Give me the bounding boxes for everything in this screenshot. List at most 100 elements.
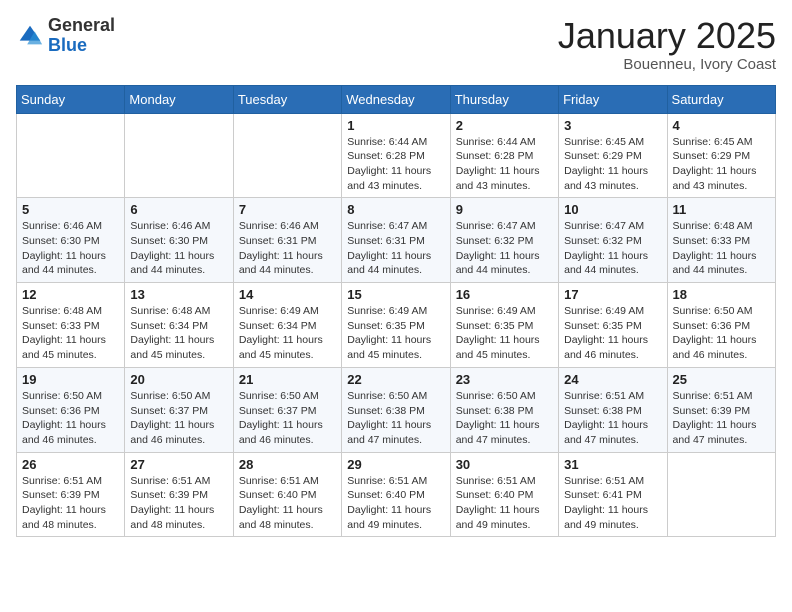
day-number: 9 — [456, 202, 553, 217]
day-number: 10 — [564, 202, 661, 217]
day-number: 19 — [22, 372, 119, 387]
day-cell — [17, 113, 125, 198]
day-info: Sunrise: 6:51 AMSunset: 6:41 PMDaylight:… — [564, 474, 661, 533]
day-cell: 20 Sunrise: 6:50 AMSunset: 6:37 PMDayligh… — [125, 367, 233, 452]
day-info: Sunrise: 6:51 AMSunset: 6:38 PMDaylight:… — [564, 389, 661, 448]
day-number: 26 — [22, 457, 119, 472]
day-cell: 1 Sunrise: 6:44 AMSunset: 6:28 PMDaylight… — [342, 113, 450, 198]
week-row-4: 19 Sunrise: 6:50 AMSunset: 6:36 PMDayligh… — [17, 367, 776, 452]
day-cell: 12 Sunrise: 6:48 AMSunset: 6:33 PMDayligh… — [17, 283, 125, 368]
day-info: Sunrise: 6:50 AMSunset: 6:36 PMDaylight:… — [22, 389, 119, 448]
day-info: Sunrise: 6:50 AMSunset: 6:36 PMDaylight:… — [673, 304, 770, 363]
month-title: January 2025 — [558, 16, 776, 56]
day-cell: 22Sunrise: 6:50 AMSunset: 6:38 PMDayligh… — [342, 367, 450, 452]
day-number: 13 — [130, 287, 227, 302]
day-number: 31 — [564, 457, 661, 472]
day-cell: 2Sunrise: 6:44 AMSunset: 6:28 PMDaylight… — [450, 113, 558, 198]
day-info: Sunrise: 6:51 AMSunset: 6:40 PMDaylight:… — [239, 474, 336, 533]
day-cell: 30 Sunrise: 6:51 AMSunset: 6:40 PMDayligh… — [450, 452, 558, 537]
day-number: 28 — [239, 457, 336, 472]
day-info: Sunrise: 6:51 AMSunset: 6:39 PMDaylight:… — [673, 389, 770, 448]
day-number: 23 — [456, 372, 553, 387]
weekday-header-row: SundayMondayTuesdayWednesdayThursdayFrid… — [17, 85, 776, 113]
day-cell: 13 Sunrise: 6:48 AMSunset: 6:34 PMDayligh… — [125, 283, 233, 368]
day-number: 20 — [130, 372, 227, 387]
day-number: 2 — [456, 118, 553, 133]
day-cell: 17Sunrise: 6:49 AMSunset: 6:35 PMDayligh… — [559, 283, 667, 368]
day-info: Sunrise: 6:51 AMSunset: 6:40 PMDaylight:… — [347, 474, 444, 533]
day-info: Sunrise: 6:45 AMSunset: 6:29 PMDaylight:… — [564, 135, 661, 194]
week-row-5: 26 Sunrise: 6:51 AMSunset: 6:39 PMDayligh… — [17, 452, 776, 537]
day-number: 16 — [456, 287, 553, 302]
day-info: Sunrise: 6:50 AMSunset: 6:37 PMDaylight:… — [239, 389, 336, 448]
day-info: Sunrise: 6:49 AMSunset: 6:35 PMDaylight:… — [347, 304, 444, 363]
day-number: 6 — [130, 202, 227, 217]
page-header: General Blue January 2025 Bouenneu, Ivor… — [16, 16, 776, 73]
week-row-2: 5 Sunrise: 6:46 AMSunset: 6:30 PMDaylight… — [17, 198, 776, 283]
day-cell: 3 Sunrise: 6:45 AMSunset: 6:29 PMDaylight… — [559, 113, 667, 198]
day-number: 8 — [347, 202, 444, 217]
day-info: Sunrise: 6:47 AMSunset: 6:32 PMDaylight:… — [564, 219, 661, 278]
day-cell: 28 Sunrise: 6:51 AMSunset: 6:40 PMDayligh… — [233, 452, 341, 537]
day-cell: 31 Sunrise: 6:51 AMSunset: 6:41 PMDayligh… — [559, 452, 667, 537]
weekday-header-sunday: Sunday — [17, 85, 125, 113]
day-cell: 16 Sunrise: 6:49 AMSunset: 6:35 PMDayligh… — [450, 283, 558, 368]
day-info: Sunrise: 6:46 AMSunset: 6:30 PMDaylight:… — [22, 219, 119, 278]
day-number: 21 — [239, 372, 336, 387]
title-block: January 2025 Bouenneu, Ivory Coast — [558, 16, 776, 73]
day-cell: 23 Sunrise: 6:50 AMSunset: 6:38 PMDayligh… — [450, 367, 558, 452]
day-info: Sunrise: 6:51 AMSunset: 6:39 PMDaylight:… — [22, 474, 119, 533]
day-number: 3 — [564, 118, 661, 133]
weekday-header-thursday: Thursday — [450, 85, 558, 113]
day-cell — [233, 113, 341, 198]
day-info: Sunrise: 6:51 AMSunset: 6:39 PMDaylight:… — [130, 474, 227, 533]
day-cell: 25 Sunrise: 6:51 AMSunset: 6:39 PMDayligh… — [667, 367, 775, 452]
day-number: 18 — [673, 287, 770, 302]
day-info: Sunrise: 6:48 AMSunset: 6:34 PMDaylight:… — [130, 304, 227, 363]
weekday-header-wednesday: Wednesday — [342, 85, 450, 113]
day-cell: 24 Sunrise: 6:51 AMSunset: 6:38 PMDayligh… — [559, 367, 667, 452]
weekday-header-saturday: Saturday — [667, 85, 775, 113]
day-info: Sunrise: 6:48 AMSunset: 6:33 PMDaylight:… — [22, 304, 119, 363]
day-cell: 6 Sunrise: 6:46 AMSunset: 6:30 PMDaylight… — [125, 198, 233, 283]
day-cell: 9Sunrise: 6:47 AMSunset: 6:32 PMDaylight… — [450, 198, 558, 283]
day-number: 25 — [673, 372, 770, 387]
day-number: 11 — [673, 202, 770, 217]
logo-icon — [16, 22, 44, 50]
logo: General Blue — [16, 16, 115, 56]
day-info: Sunrise: 6:44 AMSunset: 6:28 PMDaylight:… — [347, 135, 444, 194]
day-info: Sunrise: 6:46 AMSunset: 6:31 PMDaylight:… — [239, 219, 336, 278]
day-cell: 4Sunrise: 6:45 AMSunset: 6:29 PMDaylight… — [667, 113, 775, 198]
day-info: Sunrise: 6:50 AMSunset: 6:37 PMDaylight:… — [130, 389, 227, 448]
day-cell: 10 Sunrise: 6:47 AMSunset: 6:32 PMDayligh… — [559, 198, 667, 283]
day-number: 12 — [22, 287, 119, 302]
day-cell: 15Sunrise: 6:49 AMSunset: 6:35 PMDayligh… — [342, 283, 450, 368]
day-cell — [667, 452, 775, 537]
day-number: 1 — [347, 118, 444, 133]
day-info: Sunrise: 6:49 AMSunset: 6:34 PMDaylight:… — [239, 304, 336, 363]
week-row-1: 1 Sunrise: 6:44 AMSunset: 6:28 PMDaylight… — [17, 113, 776, 198]
logo-blue-text: Blue — [48, 36, 115, 56]
day-cell: 5 Sunrise: 6:46 AMSunset: 6:30 PMDaylight… — [17, 198, 125, 283]
day-number: 30 — [456, 457, 553, 472]
day-number: 29 — [347, 457, 444, 472]
day-number: 4 — [673, 118, 770, 133]
day-number: 14 — [239, 287, 336, 302]
day-cell: 7Sunrise: 6:46 AMSunset: 6:31 PMDaylight… — [233, 198, 341, 283]
day-cell: 8Sunrise: 6:47 AMSunset: 6:31 PMDaylight… — [342, 198, 450, 283]
day-info: Sunrise: 6:49 AMSunset: 6:35 PMDaylight:… — [456, 304, 553, 363]
day-number: 24 — [564, 372, 661, 387]
day-info: Sunrise: 6:50 AMSunset: 6:38 PMDaylight:… — [347, 389, 444, 448]
day-number: 5 — [22, 202, 119, 217]
week-row-3: 12 Sunrise: 6:48 AMSunset: 6:33 PMDayligh… — [17, 283, 776, 368]
day-cell: 11Sunrise: 6:48 AMSunset: 6:33 PMDayligh… — [667, 198, 775, 283]
logo-text: General Blue — [48, 16, 115, 56]
day-cell: 18 Sunrise: 6:50 AMSunset: 6:36 PMDayligh… — [667, 283, 775, 368]
day-info: Sunrise: 6:49 AMSunset: 6:35 PMDaylight:… — [564, 304, 661, 363]
calendar-table: SundayMondayTuesdayWednesdayThursdayFrid… — [16, 85, 776, 538]
day-info: Sunrise: 6:50 AMSunset: 6:38 PMDaylight:… — [456, 389, 553, 448]
day-cell — [125, 113, 233, 198]
day-info: Sunrise: 6:51 AMSunset: 6:40 PMDaylight:… — [456, 474, 553, 533]
day-cell: 27Sunrise: 6:51 AMSunset: 6:39 PMDayligh… — [125, 452, 233, 537]
day-info: Sunrise: 6:46 AMSunset: 6:30 PMDaylight:… — [130, 219, 227, 278]
